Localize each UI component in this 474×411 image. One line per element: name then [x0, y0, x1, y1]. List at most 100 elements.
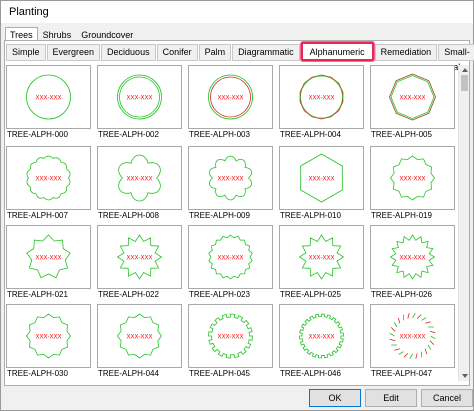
- symbol-label-text: XXX-XXX: [35, 256, 61, 262]
- symbol-label-text: XXX-XXX: [126, 335, 152, 341]
- symbol-thumbnail[interactable]: XXX-XXX: [370, 146, 455, 210]
- symbol-caption: TREE-ALPH-002: [98, 130, 159, 139]
- symbol-label-text: XXX-XXX: [217, 256, 243, 262]
- symbol-thumbnail[interactable]: XXX-XXX: [6, 304, 91, 368]
- tab-simple[interactable]: Simple: [6, 44, 46, 61]
- symbol-caption: TREE-ALPH-022: [98, 290, 159, 299]
- symbol-caption: TREE-ALPH-025: [280, 290, 341, 299]
- symbol-caption: TREE-ALPH-004: [280, 130, 341, 139]
- tree-symbol-icon: XXX-XXX: [299, 313, 344, 359]
- symbol-label-text: XXX-XXX: [308, 96, 334, 102]
- symbol-thumbnail[interactable]: XXX-XXX: [188, 304, 273, 368]
- symbol-caption: TREE-ALPH-045: [189, 369, 250, 378]
- category-tabs: Trees Shrubs Groundcover: [5, 27, 138, 42]
- tree-symbol-icon: XXX-XXX: [299, 74, 344, 120]
- symbol-caption: TREE-ALPH-005: [371, 130, 432, 139]
- symbol-caption: TREE-ALPH-047: [371, 369, 432, 378]
- tab-palm[interactable]: Palm: [198, 44, 232, 61]
- symbol-thumbnail[interactable]: XXX-XXX: [6, 225, 91, 289]
- symbol-thumbnail[interactable]: XXX-XXX: [188, 65, 273, 129]
- symbol-caption: TREE-ALPH-000: [7, 130, 68, 139]
- symbol-caption: TREE-ALPH-026: [371, 290, 432, 299]
- dialog-footer: OK Edit Cancel: [1, 388, 473, 410]
- symbol-caption: TREE-ALPH-021: [7, 290, 68, 299]
- symbol-caption: TREE-ALPH-044: [98, 369, 159, 378]
- tree-symbol-icon: XXX-XXX: [208, 155, 253, 201]
- symbol-label-text: XXX-XXX: [308, 256, 334, 262]
- tab-small-scale[interactable]: Small-scale: [438, 44, 474, 72]
- symbol-caption: TREE-ALPH-019: [371, 211, 432, 220]
- tree-symbol-icon: XXX-XXX: [389, 312, 436, 360]
- symbol-label-text: XXX-XXX: [399, 256, 425, 262]
- symbol-thumbnail[interactable]: XXX-XXX: [370, 65, 455, 129]
- tree-symbol-icon: XXX-XXX: [300, 153, 343, 203]
- symbol-thumbnail[interactable]: XXX-XXX: [370, 225, 455, 289]
- tree-symbol-icon: XXX-XXX: [117, 74, 162, 120]
- symbol-label-text: XXX-XXX: [35, 335, 61, 341]
- symbol-thumbnail[interactable]: XXX-XXX: [97, 65, 182, 129]
- symbol-label-text: XXX-XXX: [399, 335, 425, 341]
- symbol-thumbnail[interactable]: XXX-XXX: [97, 304, 182, 368]
- tree-symbol-icon: XXX-XXX: [26, 313, 71, 359]
- symbol-thumbnail[interactable]: XXX-XXX: [6, 146, 91, 210]
- tree-symbol-icon: XXX-XXX: [26, 74, 71, 120]
- tab-groundcover[interactable]: Groundcover: [76, 27, 138, 41]
- planting-dialog: Planting Trees Shrubs Groundcover Simple…: [0, 0, 474, 411]
- symbol-label-text: XXX-XXX: [217, 96, 243, 102]
- tree-symbol-icon: XXX-XXX: [389, 73, 436, 121]
- symbol-caption: TREE-ALPH-023: [189, 290, 250, 299]
- symbol-thumbnail[interactable]: XXX-XXX: [188, 225, 273, 289]
- tree-symbol-icon: XXX-XXX: [208, 74, 253, 120]
- tab-alphanumeric[interactable]: Alphanumeric: [300, 42, 374, 61]
- symbol-caption: TREE-ALPH-008: [98, 211, 159, 220]
- symbol-thumbnail[interactable]: XXX-XXX: [279, 65, 364, 129]
- tab-diagrammatic[interactable]: Diagrammatic: [232, 44, 300, 61]
- scroll-down-arrow-icon[interactable]: [459, 371, 470, 381]
- tab-shrubs[interactable]: Shrubs: [38, 27, 77, 41]
- symbol-label-text: XXX-XXX: [126, 177, 152, 183]
- symbol-label-text: XXX-XXX: [126, 256, 152, 262]
- symbol-label-text: XXX-XXX: [308, 335, 334, 341]
- tree-symbol-icon: XXX-XXX: [298, 234, 345, 280]
- symbol-label-text: XXX-XXX: [399, 177, 425, 183]
- ok-button[interactable]: OK: [309, 389, 361, 407]
- symbol-grid: XXX-XXX TREE-ALPH-000 XXX-XXX TREE-ALPH-002…: [6, 65, 458, 381]
- symbol-label-text: XXX-XXX: [217, 177, 243, 183]
- vertical-scrollbar[interactable]: [458, 65, 469, 381]
- tab-evergreen[interactable]: Evergreen: [46, 44, 101, 61]
- tab-remediation[interactable]: Remediation: [374, 44, 438, 61]
- tree-symbol-icon: XXX-XXX: [26, 155, 71, 201]
- cancel-button[interactable]: Cancel: [421, 389, 473, 407]
- symbol-label-text: XXX-XXX: [399, 96, 425, 102]
- symbol-caption: TREE-ALPH-046: [280, 369, 341, 378]
- symbol-thumbnail[interactable]: XXX-XXX: [188, 146, 273, 210]
- scroll-up-arrow-icon[interactable]: [459, 65, 470, 75]
- symbol-thumbnail[interactable]: XXX-XXX: [6, 65, 91, 129]
- style-tabs: Simple Evergreen Deciduous Conifer Palm …: [6, 42, 474, 72]
- symbol-thumbnail[interactable]: XXX-XXX: [279, 146, 364, 210]
- tab-deciduous[interactable]: Deciduous: [101, 44, 156, 61]
- symbol-thumbnail[interactable]: XXX-XXX: [279, 304, 364, 368]
- tree-symbol-icon: XXX-XXX: [390, 155, 435, 201]
- tree-symbol-icon: XXX-XXX: [26, 234, 71, 279]
- title-bar: Planting: [1, 1, 473, 23]
- symbol-caption: TREE-ALPH-003: [189, 130, 250, 139]
- edit-button[interactable]: Edit: [365, 389, 417, 407]
- symbol-label-text: XXX-XXX: [126, 96, 152, 102]
- scrollbar-thumb[interactable]: [461, 75, 468, 91]
- symbol-label-text: XXX-XXX: [35, 177, 61, 183]
- tab-conifer[interactable]: Conifer: [156, 44, 198, 61]
- symbol-thumbnail[interactable]: XXX-XXX: [97, 146, 182, 210]
- symbol-thumbnail[interactable]: XXX-XXX: [279, 225, 364, 289]
- symbol-caption: TREE-ALPH-009: [189, 211, 250, 220]
- symbol-thumbnail[interactable]: XXX-XXX: [370, 304, 455, 368]
- tree-symbol-icon: XXX-XXX: [389, 234, 436, 280]
- tree-symbol-icon: XXX-XXX: [116, 234, 163, 280]
- symbol-label-text: XXX-XXX: [308, 177, 334, 183]
- symbol-thumbnail[interactable]: XXX-XXX: [97, 225, 182, 289]
- symbol-caption: TREE-ALPH-010: [280, 211, 341, 220]
- symbol-label-text: XXX-XXX: [217, 335, 243, 341]
- tree-symbol-icon: XXX-XXX: [118, 154, 161, 202]
- tree-symbol-icon: XXX-XXX: [117, 313, 162, 359]
- symbol-caption: TREE-ALPH-030: [7, 369, 68, 378]
